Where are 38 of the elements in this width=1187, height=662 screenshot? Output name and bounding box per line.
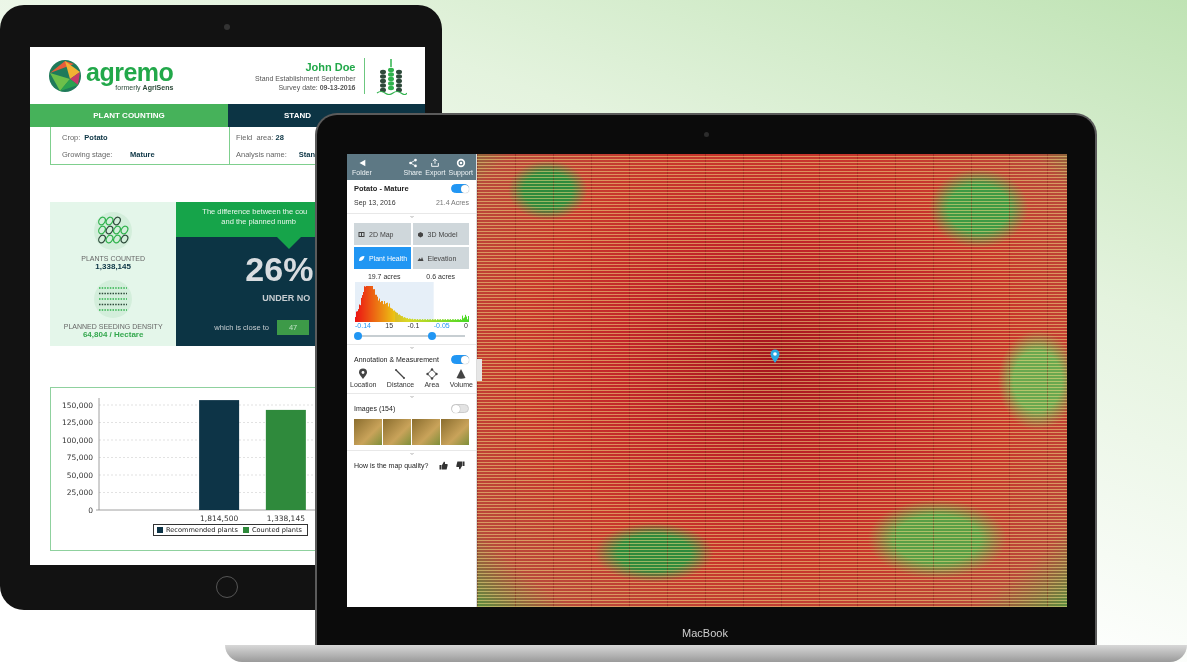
slider-thumb[interactable] (354, 332, 362, 340)
stat-value: 1,338,145 (95, 262, 131, 271)
toggle-switch[interactable] (451, 355, 469, 364)
lifebuoy-icon[interactable] (455, 157, 466, 168)
cube-icon (416, 230, 424, 238)
upload-icon[interactable] (430, 157, 441, 168)
photo-placeholder[interactable] (383, 419, 411, 445)
legend-swatch (157, 527, 163, 533)
thumbs-up-icon[interactable] (439, 461, 448, 470)
cone-icon[interactable] (455, 368, 468, 380)
device-brand-label: MacBook (681, 627, 729, 639)
leaf-icon (358, 254, 365, 262)
percent-value: 26% (245, 251, 314, 287)
thumbs-down-icon[interactable] (456, 461, 465, 470)
verdict-text: UNDER NO (262, 293, 311, 303)
share-icon[interactable] (407, 157, 418, 168)
brand-name: agremo (86, 60, 174, 84)
plant-rows-icon (375, 56, 407, 95)
photo-placeholder[interactable] (441, 419, 469, 445)
user-name: John Doe (305, 60, 356, 73)
stat-value: 64,804 / Hectare (82, 330, 144, 339)
map-pin-icon[interactable] (770, 349, 780, 363)
toggle-switch[interactable] (451, 184, 469, 193)
photo-placeholder[interactable] (412, 419, 440, 445)
legend-swatch (242, 527, 249, 533)
diamond-icon[interactable] (425, 368, 438, 380)
collapse-handle[interactable] (477, 359, 482, 381)
camera-dot (224, 24, 230, 30)
ruler-line-icon[interactable] (394, 368, 407, 380)
slider-thumb[interactable] (427, 332, 436, 340)
photo-placeholder[interactable] (354, 419, 382, 445)
logo-icon (48, 58, 82, 93)
map-icon (358, 230, 365, 238)
pin-icon[interactable] (357, 368, 370, 380)
camera-dot (704, 132, 709, 137)
leaves-icon (93, 211, 134, 251)
seed-rows-icon (93, 279, 134, 319)
toggle-switch[interactable] (451, 404, 469, 413)
